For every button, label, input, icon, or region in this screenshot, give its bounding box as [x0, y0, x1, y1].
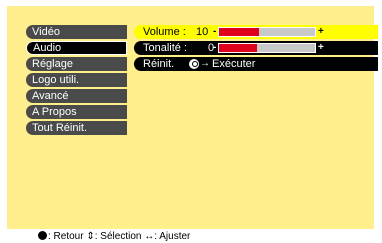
up-down-icon: ⇕ — [86, 231, 95, 242]
reinit-row[interactable]: Réinit. → Exécuter — [134, 57, 378, 71]
menu-item-reglage[interactable]: Réglage — [26, 57, 127, 71]
menu-item-video[interactable]: Vidéo — [26, 25, 127, 39]
help-select: : Sélection — [94, 231, 142, 242]
tonalite-slider[interactable] — [218, 43, 316, 53]
volume-slider[interactable] — [218, 27, 316, 37]
volume-row[interactable]: Volume : 10 - + — [134, 25, 378, 39]
tonalite-row[interactable]: Tonalité : 0 - + — [134, 41, 378, 55]
left-right-icon: ↔ — [144, 231, 155, 242]
help-adjust: : Ajuster — [154, 231, 191, 242]
enter-button-icon — [189, 59, 199, 69]
reinit-label: Réinit. — [143, 58, 175, 70]
help-back: : Retour — [48, 231, 84, 242]
tonalite-label: Tonalité : — [143, 42, 188, 54]
execute-action[interactable]: Exécuter — [212, 57, 255, 71]
osd-menu-window: Vidéo Audio Réglage Logo utili. Avancé A… — [7, 6, 378, 229]
arrow-right-icon: → — [200, 58, 210, 69]
volume-label: Volume : — [143, 26, 186, 38]
main-menu: Vidéo Audio Réglage Logo utili. Avancé A… — [26, 25, 127, 137]
volume-value: 10 — [196, 26, 209, 38]
menu-item-tout-reinit[interactable]: Tout Réinit. — [26, 121, 127, 135]
help-bar: : Retour ⇕: Sélection ↔: Ajuster — [0, 231, 382, 243]
menu-item-apropos[interactable]: A Propos — [26, 105, 127, 119]
volume-minus[interactable]: - — [213, 25, 216, 39]
tonalite-plus[interactable]: + — [318, 41, 324, 55]
volume-plus[interactable]: + — [318, 25, 324, 39]
audio-settings-panel: Volume : 10 - + Tonalité : 0 - + Réinit.… — [134, 25, 378, 73]
menu-item-audio[interactable]: Audio — [26, 41, 127, 55]
menu-item-logo[interactable]: Logo utili. — [26, 73, 127, 87]
menu-item-avance[interactable]: Avancé — [26, 89, 127, 103]
tonalite-slider-fill — [219, 44, 258, 52]
esc-button-icon — [38, 231, 47, 240]
tonalite-minus[interactable]: - — [213, 41, 216, 55]
volume-slider-fill — [219, 28, 260, 36]
